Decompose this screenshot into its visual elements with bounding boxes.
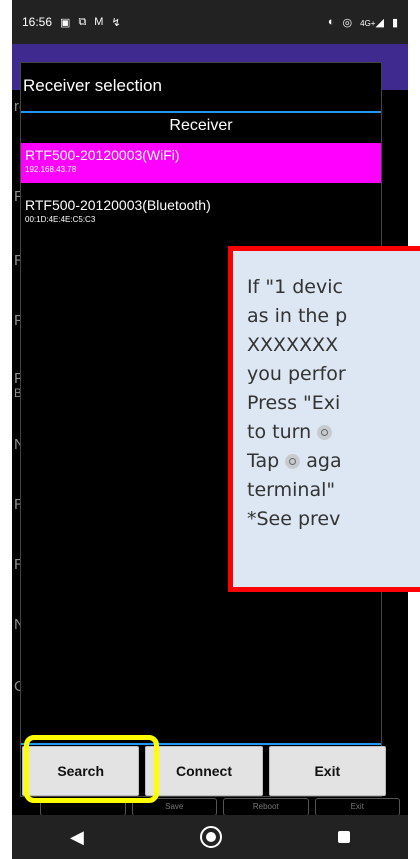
missed-call-icon: ↯	[111, 16, 121, 29]
gmail-icon: M	[94, 15, 104, 28]
callout-text: Tap	[247, 450, 280, 472]
receiver-app-icon	[317, 425, 333, 440]
exit-button[interactable]: Exit	[268, 746, 386, 796]
receiver-address: 00:1D:4E:4E:C5:C3	[25, 215, 96, 224]
vibrate-icon: ◐	[327, 16, 335, 28]
4g-signal-icon: 4G+◢	[360, 16, 384, 29]
home-icon[interactable]	[199, 826, 222, 848]
system-icons: ◐ ◎ 4G+◢ ▮	[328, 16, 398, 29]
receiver-item-wifi[interactable]: RTF500-20120003(WiFi) 192.168.43.78	[21, 143, 381, 183]
callout-line: terminal"	[247, 479, 336, 501]
back-icon[interactable]: ◀	[70, 827, 84, 848]
callout-line: *See prev	[247, 508, 341, 530]
status-bar: 16:56 ▣ ⧉ M ↯ ◐ ◎ 4G+◢ ▮	[12, 0, 408, 44]
callout-text: to turn	[247, 421, 312, 443]
navigation-bar: ◀	[12, 815, 408, 859]
receiver-app-icon	[285, 454, 301, 469]
instruction-callout: If "1 devic as in the p XXXXXXX you perf…	[228, 246, 420, 592]
callout-line: Press "Exi	[247, 392, 341, 414]
receiver-item-bluetooth[interactable]: RTF500-20120003(Bluetooth) 00:1D:4E:4E:C…	[21, 193, 381, 233]
receiver-address: 192.168.43.78	[25, 165, 77, 174]
callout-line: as in the p	[247, 305, 348, 327]
nfc-icon: ◎	[342, 16, 353, 29]
title-divider	[21, 111, 381, 113]
bg-exit-button: Exit	[314, 798, 400, 816]
receiver-name: RTF500-20120003(Bluetooth)	[25, 197, 211, 213]
dialog-title: Receiver selection	[23, 76, 162, 95]
bg-reboot-button: Reboot	[223, 798, 309, 816]
status-time: 16:56	[22, 15, 53, 29]
callout-line-with-icon: Tap aga	[247, 447, 420, 476]
list-header: Receiver	[169, 117, 233, 134]
callout-line: XXXXXXX	[247, 334, 339, 356]
cast-icon: ⧉	[78, 15, 87, 28]
callout-line: you perfor	[247, 363, 346, 385]
callout-line: If "1 devic	[247, 276, 343, 298]
connect-button[interactable]: Connect	[145, 746, 263, 796]
search-highlight-frame	[24, 735, 159, 803]
receiver-name: RTF500-20120003(WiFi)	[25, 147, 180, 163]
battery-icon: ▮	[391, 16, 398, 29]
callout-line-with-icon: to turn	[247, 418, 420, 447]
callout-text: aga	[306, 450, 342, 472]
recents-icon[interactable]	[337, 831, 350, 843]
notification-icons: ▣ ⧉ M ↯	[60, 16, 121, 29]
image-icon: ▣	[60, 16, 71, 29]
